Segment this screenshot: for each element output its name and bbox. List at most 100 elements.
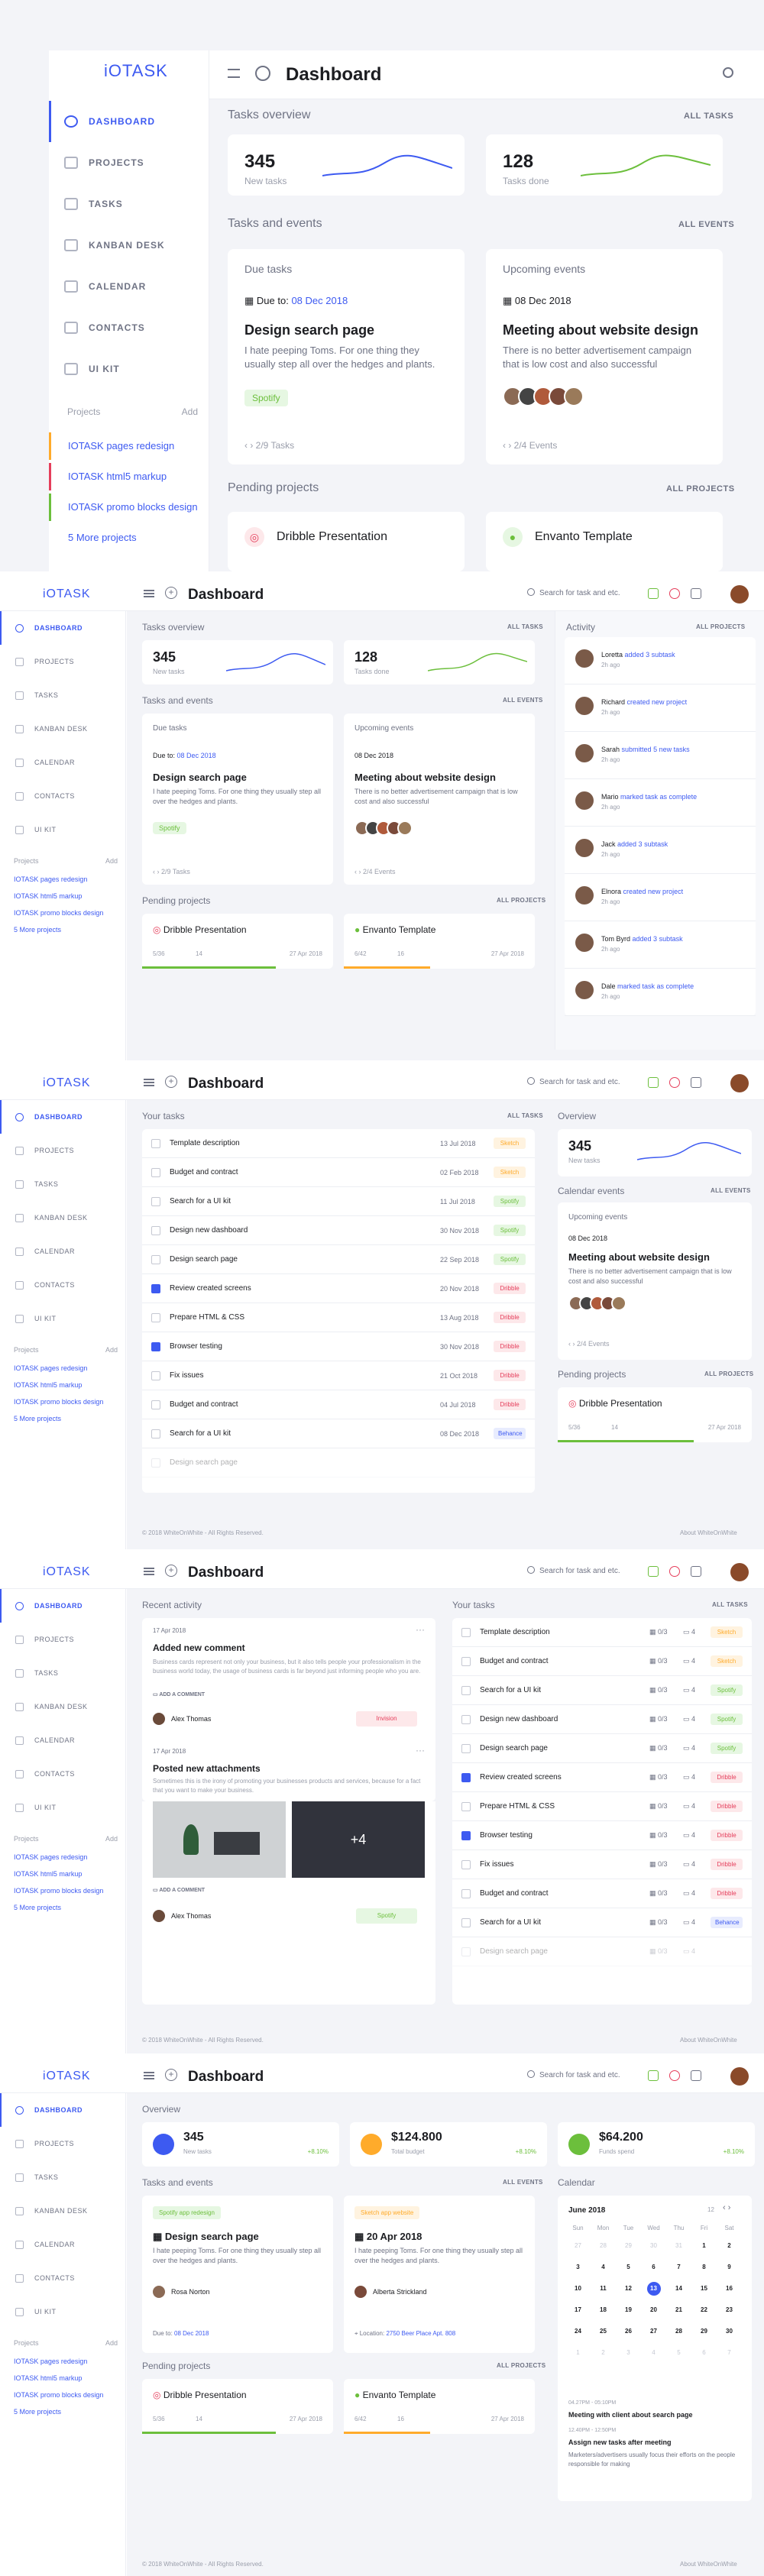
task-checkbox[interactable] (151, 1254, 160, 1264)
task-row[interactable]: Design new dashboard 30 Nov 2018 Spotify (142, 1216, 535, 1245)
nav-tasks[interactable]: TASKS (0, 1656, 126, 1690)
nav-contacts[interactable]: CONTACTS (0, 1757, 126, 1791)
activity-item[interactable]: Mario marked task as complete 2h ago (565, 779, 756, 827)
task-checkbox[interactable] (151, 1458, 160, 1468)
add-project-button[interactable]: Add (105, 1346, 118, 1354)
calendar-day[interactable]: 29 (691, 2325, 717, 2338)
add-comment-link[interactable]: ▭ ADD A COMMENT (153, 1887, 205, 1893)
task-row[interactable]: Fix issues 21 Oct 2018 Dribble (142, 1361, 535, 1390)
more-icon[interactable]: ··· (416, 1745, 425, 1756)
activity-item[interactable]: Loretta added 3 subtask 2h ago (565, 637, 756, 684)
task-row[interactable]: Design search page 22 Sep 2018 Spotify (142, 1245, 535, 1274)
task-checkbox[interactable] (151, 1312, 160, 1322)
search-input[interactable]: Search for task and etc. (539, 2071, 620, 2079)
calendar-day[interactable]: 15 (691, 2282, 717, 2296)
all-tasks-link[interactable]: ALL TASKS (712, 1601, 748, 1608)
add-icon[interactable] (255, 66, 270, 81)
task-checkbox[interactable] (461, 1627, 471, 1637)
task-checkbox[interactable] (461, 1685, 471, 1695)
calendar-day[interactable]: 26 (616, 2325, 641, 2338)
add-icon[interactable]: + (165, 1565, 177, 1577)
chevron-icons[interactable]: ‹ › (153, 868, 161, 875)
nav-contacts[interactable]: CONTACTS (0, 779, 126, 813)
calendar-day[interactable]: 13 (641, 2282, 666, 2296)
activity-item[interactable]: Sarah submitted 5 new tasks 2h ago (565, 732, 756, 779)
project-card[interactable]: ● Envanto Template 6/42 16 27 Apr 2018 (344, 914, 535, 969)
footer-about-link[interactable]: About WhiteOnWhite (680, 2561, 737, 2568)
calendar-day[interactable]: 10 (565, 2282, 591, 2296)
message-icon[interactable] (648, 1566, 659, 1577)
nav-calendar[interactable]: CALENDAR (0, 1235, 126, 1268)
pager[interactable]: ‹ › 2/4 Events (354, 868, 396, 875)
notification-icon[interactable] (669, 1566, 680, 1577)
project-item[interactable]: IOTASK promo blocks design (14, 2391, 103, 2399)
task-checkbox[interactable] (151, 1400, 160, 1409)
apps-icon[interactable] (691, 1077, 701, 1088)
calendar-day[interactable]: 22 (691, 2303, 717, 2317)
nav-tasks[interactable]: TASKS (49, 183, 209, 225)
calendar-day[interactable]: 17 (565, 2303, 591, 2317)
task-checkbox[interactable] (151, 1167, 160, 1177)
calendar-day[interactable]: 2 (591, 2346, 616, 2360)
calendar-day[interactable]: 5 (616, 2260, 641, 2274)
footer-about-link[interactable]: About WhiteOnWhite (680, 1529, 737, 1536)
nav-dashboard[interactable]: DASHBOARD (0, 611, 126, 645)
task-row[interactable]: Budget and contract ▦ 0/3 ▭ 4 Sketch (452, 1647, 752, 1676)
add-icon[interactable]: + (165, 1076, 177, 1088)
calendar-day[interactable]: 12 (616, 2282, 641, 2296)
project-item[interactable]: IOTASK html5 markup (49, 463, 209, 490)
nav-tasks[interactable]: TASKS (0, 2160, 126, 2194)
all-projects-link[interactable]: ALL PROJECTS (666, 484, 735, 494)
more-icon[interactable]: ··· (416, 1624, 425, 1635)
nav-dashboard[interactable]: DASHBOARD (0, 1589, 126, 1623)
task-row[interactable]: Budget and contract 04 Jul 2018 Dribble (142, 1390, 535, 1419)
task-checkbox[interactable] (151, 1196, 160, 1206)
message-icon[interactable] (648, 2070, 659, 2081)
project-item[interactable]: IOTASK html5 markup (14, 2374, 82, 2382)
task-checkbox[interactable] (461, 1947, 471, 1956)
all-events-link[interactable]: ALL EVENTS (503, 697, 543, 704)
all-tasks-link[interactable]: ALL TASKS (507, 623, 543, 630)
calendar-day[interactable]: 5 (666, 2346, 691, 2360)
nav-uikit[interactable]: UI KIT (49, 348, 209, 390)
project-card[interactable]: ◎ Dribble Presentation 5/36 14 27 Apr 20… (558, 1387, 752, 1442)
calendar-day[interactable]: 16 (717, 2282, 742, 2296)
message-icon[interactable] (648, 588, 659, 599)
project-item[interactable]: IOTASK html5 markup (14, 1381, 82, 1389)
avatar[interactable] (730, 1074, 749, 1092)
task-row[interactable]: Template description 13 Jul 2018 Sketch (142, 1129, 535, 1158)
search-icon[interactable] (527, 1077, 535, 1085)
task-row[interactable]: Browser testing 30 Nov 2018 Dribble (142, 1332, 535, 1361)
apps-icon[interactable] (691, 2070, 701, 2081)
pager[interactable]: ‹ › 2/4 Events (568, 1340, 610, 1348)
task-row[interactable]: Search for a UI kit 11 Jul 2018 Spotify (142, 1187, 535, 1216)
calendar-day[interactable]: 27 (565, 2239, 591, 2253)
pager[interactable]: ‹ › 2/4 Events (503, 440, 557, 451)
pager[interactable]: ‹ › 2/9 Tasks (153, 868, 190, 875)
activity-item[interactable]: Tom Byrd added 3 subtask 2h ago (565, 921, 756, 969)
calendar-day[interactable]: 2 (717, 2239, 742, 2253)
project-item[interactable]: IOTASK promo blocks design (14, 909, 103, 917)
calendar-day[interactable]: 6 (691, 2346, 717, 2360)
project-item[interactable]: IOTASK pages redesign (14, 1853, 87, 1861)
nav-calendar[interactable]: CALENDAR (49, 266, 209, 307)
task-row[interactable]: Search for a UI kit 08 Dec 2018 Behance (142, 1419, 535, 1448)
task-checkbox[interactable] (461, 1888, 471, 1898)
activity-item[interactable]: Richard created new project 2h ago (565, 684, 756, 732)
task-checkbox[interactable] (461, 1859, 471, 1869)
calendar-day[interactable]: 30 (641, 2239, 666, 2253)
search-input[interactable]: Search for task and etc. (539, 1078, 620, 1086)
task-checkbox[interactable] (461, 1830, 471, 1840)
avatar[interactable] (730, 2067, 749, 2086)
nav-projects[interactable]: PROJECTS (0, 1134, 126, 1167)
more-images-overlay[interactable]: +4 (292, 1801, 425, 1878)
chevron-icons[interactable]: ‹ › (244, 440, 256, 451)
menu-icon[interactable] (228, 69, 240, 78)
search-icon[interactable] (527, 588, 535, 596)
calendar-day[interactable]: 19 (616, 2303, 641, 2317)
task-row[interactable]: Design search page (142, 1448, 535, 1477)
notification-icon[interactable] (669, 588, 680, 599)
task-checkbox[interactable] (461, 1801, 471, 1811)
calendar-day[interactable]: 3 (616, 2346, 641, 2360)
project-card[interactable]: ◎ Dribble Presentation (228, 512, 465, 571)
